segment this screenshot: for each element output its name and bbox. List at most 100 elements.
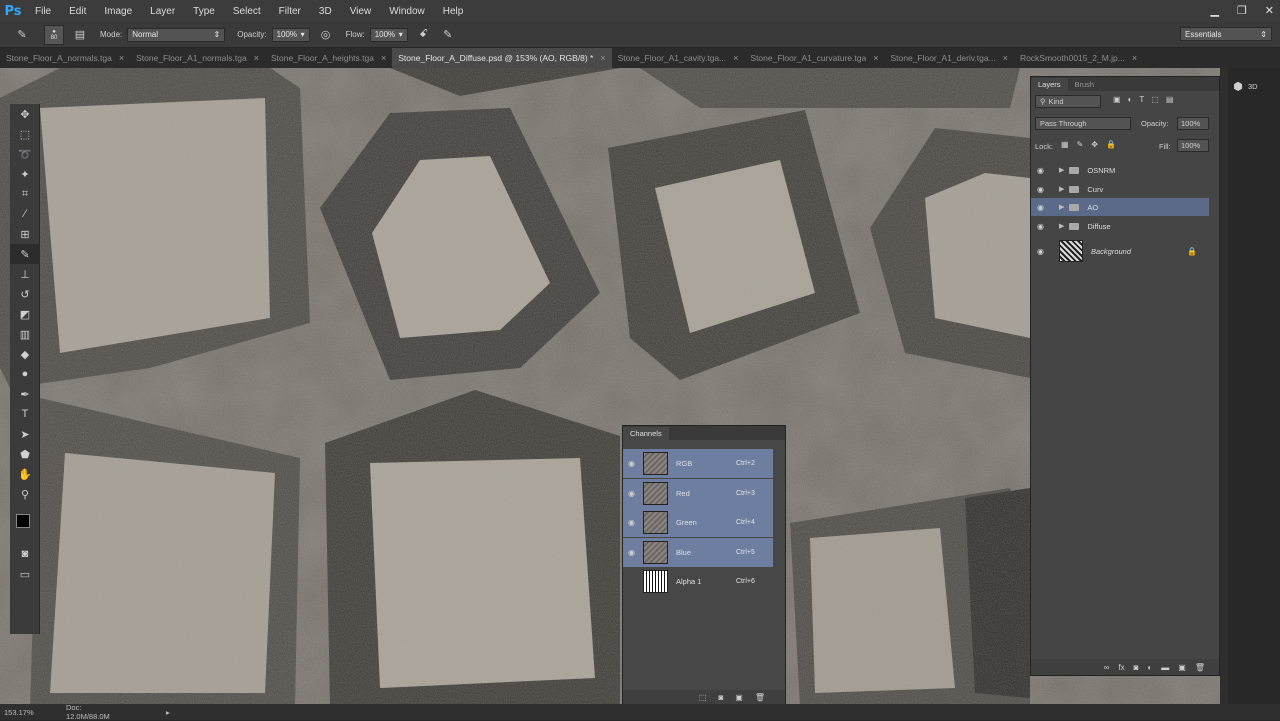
- lasso-tool-icon[interactable]: ➰: [10, 144, 40, 164]
- pen-tool-icon[interactable]: ✒: [10, 384, 40, 404]
- close-button[interactable]: ✕: [1265, 4, 1274, 17]
- menu-type[interactable]: Type: [184, 6, 224, 17]
- pressure-opacity-icon[interactable]: ◎: [318, 27, 334, 43]
- zoom-level[interactable]: 153.17%: [4, 708, 42, 717]
- zoom-tool-icon[interactable]: ⚲: [10, 484, 40, 504]
- visibility-eye-icon[interactable]: ◉: [628, 489, 638, 498]
- tab-channels[interactable]: Channels: [623, 427, 669, 440]
- tab-brush[interactable]: Brush: [1068, 78, 1102, 91]
- expand-group-icon[interactable]: ▶: [1059, 185, 1064, 193]
- document-tab[interactable]: Stone_Floor_A_normals.tga ×: [0, 48, 130, 68]
- visibility-eye-icon[interactable]: ◉: [628, 548, 638, 557]
- clone-stamp-tool-icon[interactable]: ⊥: [10, 264, 40, 284]
- save-selection-icon[interactable]: ◙: [718, 693, 723, 702]
- close-tab-icon[interactable]: ×: [1003, 48, 1008, 68]
- layer-style-icon[interactable]: fx: [1118, 663, 1124, 672]
- lock-position-icon[interactable]: ✥: [1091, 140, 1098, 149]
- status-menu-arrow-icon[interactable]: ▸: [166, 708, 170, 717]
- adjustment-filter-icon[interactable]: ◐: [1128, 95, 1133, 104]
- lock-all-icon[interactable]: 🔒: [1106, 140, 1116, 149]
- brush-panel-toggle-icon[interactable]: ▤: [72, 27, 88, 43]
- brush-tool-preset-icon[interactable]: ✎: [14, 27, 30, 43]
- load-selection-icon[interactable]: ⬚: [699, 693, 707, 702]
- crop-tool-icon[interactable]: ⌗: [10, 184, 40, 204]
- expand-group-icon[interactable]: ▶: [1059, 203, 1064, 211]
- eyedropper-tool-icon[interactable]: ⁄: [10, 204, 40, 224]
- menu-select[interactable]: Select: [224, 6, 270, 17]
- blend-mode-select[interactable]: Pass Through: [1035, 117, 1131, 130]
- visibility-eye-icon[interactable]: ◉: [1037, 247, 1049, 256]
- path-select-tool-icon[interactable]: ➤: [10, 424, 40, 444]
- visibility-eye-icon[interactable]: ◉: [1037, 222, 1049, 231]
- layer-row[interactable]: ◉ ▶ Curv: [1031, 180, 1209, 198]
- close-tab-icon[interactable]: ×: [381, 48, 386, 68]
- screen-mode-icon[interactable]: ▭: [10, 564, 40, 584]
- document-tab-active[interactable]: Stone_Floor_A_Diffuse.psd @ 153% (AO, RG…: [392, 48, 612, 68]
- type-tool-icon[interactable]: T: [10, 404, 40, 424]
- history-brush-tool-icon[interactable]: ↺: [10, 284, 40, 304]
- expand-group-icon[interactable]: ▶: [1059, 166, 1064, 174]
- pressure-size-icon[interactable]: ✎: [440, 27, 456, 43]
- pixel-filter-icon[interactable]: ▣: [1113, 95, 1121, 104]
- quick-mask-icon[interactable]: ◙: [10, 544, 40, 564]
- close-tab-icon[interactable]: ×: [873, 48, 878, 68]
- adjustment-layer-icon[interactable]: ◐: [1147, 663, 1152, 672]
- move-tool-icon[interactable]: ✥: [10, 104, 40, 124]
- document-tab[interactable]: Stone_Floor_A1_cavity.tga... ×: [612, 48, 745, 68]
- new-group-icon[interactable]: ▬: [1161, 663, 1169, 672]
- link-layers-icon[interactable]: ∞: [1104, 663, 1110, 672]
- layer-row[interactable]: ◉ ▶ AO: [1031, 198, 1209, 216]
- filter-kind-select[interactable]: ⚲ Kind: [1035, 95, 1101, 108]
- brush-preset-picker[interactable]: ● 80: [44, 24, 64, 45]
- layer-opacity-input[interactable]: 100%: [1177, 117, 1209, 130]
- type-filter-icon[interactable]: T: [1139, 95, 1144, 104]
- healing-brush-tool-icon[interactable]: ⊞: [10, 224, 40, 244]
- close-tab-icon[interactable]: ×: [1132, 48, 1137, 68]
- close-tab-icon[interactable]: ×: [119, 48, 124, 68]
- smart-object-filter-icon[interactable]: ▤: [1166, 95, 1174, 104]
- quick-select-tool-icon[interactable]: ✦: [10, 164, 40, 184]
- visibility-eye-icon[interactable]: ◉: [1037, 166, 1049, 175]
- menu-file[interactable]: File: [26, 6, 60, 17]
- color-swatches[interactable]: [10, 504, 40, 544]
- expand-group-icon[interactable]: ▶: [1059, 222, 1064, 230]
- channel-row[interactable]: ◉ Green Ctrl+4: [623, 508, 773, 537]
- document-tab[interactable]: Stone_Floor_A1_deriv.tga... ×: [884, 48, 1013, 68]
- channel-row[interactable]: ◉ Blue Ctrl+5: [623, 537, 773, 567]
- add-mask-icon[interactable]: ◙: [1134, 663, 1139, 672]
- delete-layer-icon[interactable]: 🗑: [1195, 663, 1205, 672]
- fill-input[interactable]: 100%: [1177, 139, 1209, 152]
- channel-row[interactable]: ◉ Red Ctrl+3: [623, 478, 773, 508]
- airbrush-icon[interactable]: ꗃ: [416, 27, 432, 43]
- menu-3d[interactable]: 3D: [310, 6, 341, 17]
- menu-image[interactable]: Image: [95, 6, 141, 17]
- menu-window[interactable]: Window: [380, 6, 434, 17]
- close-tab-icon[interactable]: ×: [254, 48, 259, 68]
- lock-transparency-icon[interactable]: ▦: [1061, 140, 1069, 149]
- menu-edit[interactable]: Edit: [60, 6, 95, 17]
- menu-filter[interactable]: Filter: [270, 6, 310, 17]
- visibility-eye-icon[interactable]: ◉: [628, 518, 638, 527]
- tab-layers[interactable]: Layers: [1031, 78, 1068, 91]
- menu-view[interactable]: View: [341, 6, 381, 17]
- layer-row[interactable]: ◉ Background 🔒: [1031, 239, 1209, 263]
- channel-row[interactable]: Alpha 1 Ctrl+6: [623, 567, 773, 596]
- hand-tool-icon[interactable]: ✋: [10, 464, 40, 484]
- channel-row[interactable]: ◉ RGB Ctrl+2: [623, 449, 773, 478]
- opacity-input[interactable]: 100% ▾: [271, 27, 310, 42]
- dodge-tool-icon[interactable]: ●: [10, 364, 40, 384]
- delete-channel-icon[interactable]: 🗑: [755, 693, 765, 702]
- 3d-panel-icon[interactable]: ⬢: [1228, 76, 1248, 96]
- brush-tool-icon[interactable]: ✎: [10, 244, 40, 264]
- gradient-tool-icon[interactable]: ▥: [10, 324, 40, 344]
- lock-pixels-icon[interactable]: ✎: [1077, 140, 1084, 149]
- new-channel-icon[interactable]: ▣: [735, 693, 743, 702]
- close-tab-icon[interactable]: ×: [600, 48, 605, 68]
- minimize-button[interactable]: ▁: [1210, 4, 1218, 17]
- document-tab[interactable]: Stone_Floor_A1_curvature.tga ×: [744, 48, 884, 68]
- document-tab[interactable]: Stone_Floor_A1_normals.tga ×: [130, 48, 265, 68]
- visibility-eye-icon[interactable]: ◉: [1037, 185, 1049, 194]
- menu-layer[interactable]: Layer: [141, 6, 184, 17]
- menu-help[interactable]: Help: [434, 6, 473, 17]
- layer-row[interactable]: ◉ ▶ OSNRM: [1031, 161, 1209, 179]
